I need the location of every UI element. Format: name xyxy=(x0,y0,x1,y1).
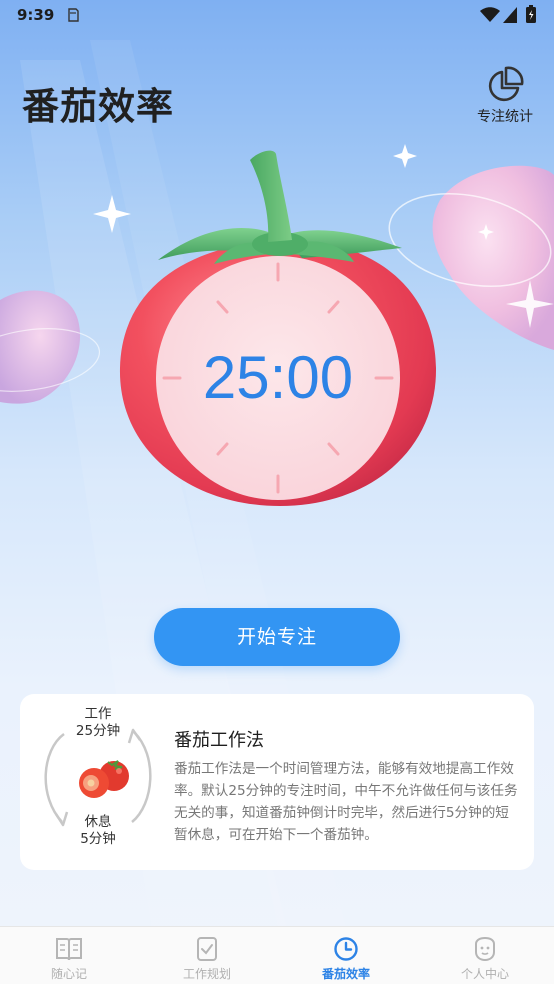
nav-label-planning: 工作规划 xyxy=(182,967,231,981)
focus-stats-label: 专注统计 xyxy=(477,109,533,125)
start-focus-button[interactable]: 开始专注 xyxy=(154,608,400,666)
cycle-work-duration: 25分钟 xyxy=(75,723,121,739)
cycle-work-text: 工作 25分钟 xyxy=(36,706,160,740)
status-bar: 9:39 xyxy=(0,0,554,32)
signal-icon xyxy=(503,7,517,23)
pie-chart-icon xyxy=(488,66,524,102)
pomodoro-info-card: 工作 25分钟 休息 5分钟 番茄工作法 番茄工作法是一个时间管理方法，能够有效… xyxy=(20,694,534,870)
timer-display: 25:00 xyxy=(202,344,354,411)
nav-label-notes: 随心记 xyxy=(50,967,87,981)
pomodoro-cycle-diagram: 工作 25分钟 休息 5分钟 xyxy=(36,704,160,847)
battery-icon xyxy=(526,5,536,23)
pomodoro-method-title: 番茄工作法 xyxy=(174,730,264,751)
tomatoes-icon xyxy=(79,760,129,798)
nav-item-profile[interactable]: 个人中心 xyxy=(416,927,554,984)
nav-item-notes[interactable]: 随心记 xyxy=(0,927,138,984)
status-time: 9:39 xyxy=(17,6,55,24)
wifi-icon xyxy=(480,7,500,22)
cycle-rest-duration: 5分钟 xyxy=(80,831,116,847)
pomodoro-method-description: 番茄工作法是一个时间管理方法，能够有效地提高工作效率。默认25分钟的专注时间，中… xyxy=(174,761,518,843)
clock-icon xyxy=(334,937,358,961)
cycle-rest-label: 休息 xyxy=(84,814,112,830)
nav-item-planning[interactable]: 工作规划 xyxy=(138,927,276,984)
focus-stats-button[interactable]: 专注统计 xyxy=(472,66,538,130)
sd-card-icon xyxy=(68,8,79,22)
face-icon xyxy=(475,936,495,962)
bottom-navigation: 随心记 工作规划 番茄效率 个人中心 xyxy=(0,926,554,984)
nav-item-pomodoro[interactable]: 番茄效率 xyxy=(277,927,415,984)
page-title: 番茄效率 xyxy=(22,85,174,128)
nav-label-profile: 个人中心 xyxy=(460,967,509,981)
tomato-timer-illustration xyxy=(119,150,437,507)
cycle-work-label: 工作 xyxy=(84,706,112,722)
cycle-rest-text: 休息 5分钟 xyxy=(36,814,160,848)
checklist-icon xyxy=(197,937,217,961)
nav-label-pomodoro: 番茄效率 xyxy=(321,967,370,981)
book-icon xyxy=(56,938,82,961)
